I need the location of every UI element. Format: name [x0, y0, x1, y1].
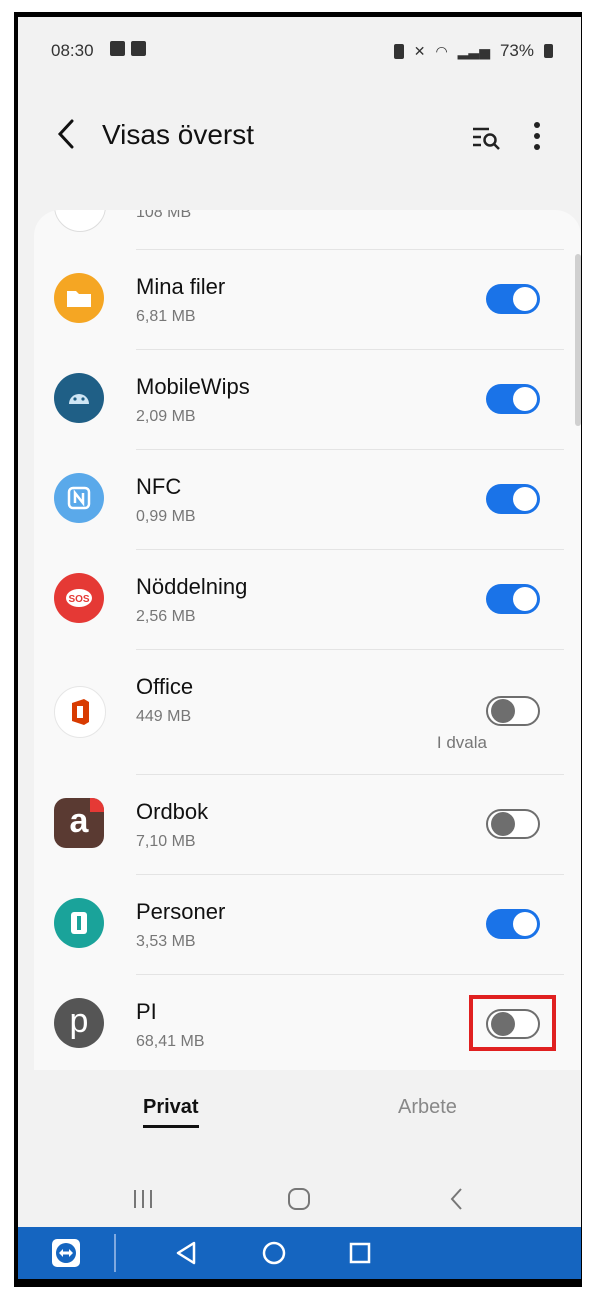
list-item[interactable]: 108 MB	[34, 210, 564, 245]
app-size: 6,81 MB	[136, 308, 196, 325]
toggle-knob	[513, 387, 537, 411]
toggle-knob	[491, 699, 515, 723]
sim-icon	[393, 43, 404, 59]
search-list-icon[interactable]	[471, 123, 501, 151]
app-header: Visas överst	[18, 109, 581, 165]
phone-nav-bar	[18, 1172, 581, 1227]
toggle-switch[interactable]	[486, 696, 540, 726]
toggle-knob	[491, 812, 515, 836]
toggle-knob	[513, 487, 537, 511]
wifi-icon: ◠	[435, 42, 448, 59]
app-size: 68,41 MB	[136, 1033, 205, 1050]
toggle-switch[interactable]	[486, 284, 540, 314]
tab-underline	[143, 1125, 199, 1128]
app-name: Ordbok	[136, 799, 209, 824]
app-name: Office	[136, 674, 194, 699]
svg-text:SOS: SOS	[68, 594, 89, 605]
app-size: 449 MB	[136, 708, 192, 725]
profile-tabs: Privat Arbete	[18, 1072, 581, 1172]
teamviewer-bar	[18, 1227, 581, 1279]
pi-icon: p	[54, 998, 104, 1048]
app-name: Nöddelning	[136, 574, 248, 599]
toggle-knob	[513, 587, 537, 611]
divider	[136, 549, 564, 550]
divider	[136, 249, 564, 250]
back-icon[interactable]	[170, 1237, 202, 1269]
tab-arbete[interactable]: Arbete	[398, 1096, 457, 1119]
outlook-icon	[131, 41, 146, 56]
list-item[interactable]: Mina filer 6,81 MB	[34, 249, 564, 349]
battery-percent: 73%	[499, 41, 534, 60]
app-size: 2,09 MB	[136, 408, 196, 425]
toggle-switch[interactable]	[486, 584, 540, 614]
app-name: PI	[136, 999, 157, 1024]
home-icon[interactable]	[258, 1237, 290, 1269]
sleep-status-label: I dvala	[436, 733, 487, 752]
app-list-card: 108 MB Mina filer 6,81 MB MobileWips 2,0…	[34, 210, 581, 1070]
office-icon	[54, 686, 106, 738]
notification-icons	[110, 41, 146, 56]
toggle-knob	[513, 912, 537, 936]
ordbok-icon: a	[54, 798, 104, 848]
tab-label: Privat	[143, 1096, 199, 1118]
list-item[interactable]: Office 449 MB I dvala	[34, 649, 564, 774]
app-name: NFC	[136, 474, 182, 499]
phone-screen: 08:30 ✕ ◠ ▂▃▅ 73% Visas överst 108 MB Mi…	[18, 17, 581, 1279]
home-icon[interactable]	[284, 1184, 314, 1214]
nfc-icon	[54, 473, 104, 523]
divider	[136, 774, 564, 775]
toggle-switch[interactable]	[486, 384, 540, 414]
android-icon	[54, 373, 104, 423]
divider	[136, 349, 564, 350]
app-icon	[54, 210, 106, 232]
highlight-box	[469, 995, 556, 1051]
contacts-icon	[54, 898, 104, 948]
folder-icon	[54, 273, 104, 323]
list-item[interactable]: Personer 3,53 MB	[34, 874, 564, 974]
divider	[136, 649, 564, 650]
mute-icon: ✕	[413, 42, 426, 59]
more-options-icon[interactable]	[533, 121, 541, 151]
status-bar: 08:30 ✕ ◠ ▂▃▅ 73%	[18, 17, 581, 75]
divider	[136, 449, 564, 450]
list-item[interactable]: a Ordbok 7,10 MB	[34, 774, 564, 874]
tab-privat[interactable]: Privat	[143, 1096, 199, 1128]
status-time: 08:30	[51, 41, 94, 60]
app-size: 0,99 MB	[136, 508, 196, 525]
app-size: 7,10 MB	[136, 833, 196, 850]
toggle-switch[interactable]	[486, 484, 540, 514]
battery-icon	[544, 44, 553, 58]
toggle-switch[interactable]	[486, 909, 540, 939]
teamviewer-icon[interactable]	[50, 1237, 82, 1269]
teams-icon	[110, 41, 125, 56]
app-name: Mina filer	[136, 274, 226, 299]
signal-icon: ▂▃▅	[457, 42, 490, 59]
divider	[136, 874, 564, 875]
app-name: MobileWips	[136, 374, 250, 399]
back-arrow-icon[interactable]	[54, 117, 78, 151]
scrollbar[interactable]	[575, 254, 581, 426]
recent-apps-icon[interactable]	[128, 1184, 158, 1214]
back-nav-icon[interactable]	[442, 1184, 472, 1214]
system-icons: ✕ ◠ ▂▃▅ 73%	[393, 41, 553, 61]
page-title: Visas överst	[102, 119, 254, 150]
recent-apps-icon[interactable]	[344, 1237, 376, 1269]
toggle-switch[interactable]	[486, 809, 540, 839]
list-item[interactable]: NFC 0,99 MB	[34, 449, 564, 549]
sos-icon: SOS	[54, 573, 104, 623]
toggle-knob	[513, 287, 537, 311]
app-size: 108 MB	[136, 210, 192, 221]
separator	[114, 1234, 116, 1272]
app-name: Personer	[136, 899, 226, 924]
divider	[136, 974, 564, 975]
list-item[interactable]: MobileWips 2,09 MB	[34, 349, 564, 449]
list-item[interactable]: SOS Nöddelning 2,56 MB	[34, 549, 564, 649]
app-size: 3,53 MB	[136, 933, 196, 950]
app-size: 2,56 MB	[136, 608, 196, 625]
